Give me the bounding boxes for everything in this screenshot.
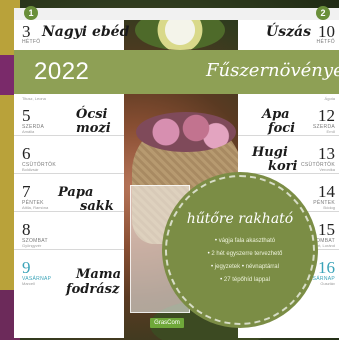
day-number: 6 bbox=[22, 144, 31, 163]
day-number: 8 bbox=[22, 220, 31, 239]
handwritten-note: Nagyi ebéd bbox=[42, 24, 130, 40]
day-row-sunday: 9 vasárnap Marcell Mama fodrász bbox=[14, 254, 124, 297]
handwritten-note: fodrász bbox=[66, 282, 120, 297]
day-number: 5 bbox=[22, 106, 31, 125]
handwritten-note: mozi bbox=[76, 121, 111, 136]
handwritten-note: foci bbox=[268, 121, 296, 136]
name-day: Ernő bbox=[326, 129, 335, 134]
day-name: hétfő bbox=[316, 39, 335, 45]
name-day: Bódog bbox=[323, 205, 335, 210]
day-name: hétfő bbox=[22, 39, 41, 45]
day-number: 15 bbox=[318, 220, 335, 239]
header-day-left: 3 hétfő Nagyi ebéd bbox=[20, 22, 130, 46]
badge-title: hűtőre rakható bbox=[186, 211, 294, 227]
feature-list: • vágja fala akasztható • 2 hét egyszerr… bbox=[185, 235, 305, 287]
handwritten-note: Úszás bbox=[266, 24, 311, 40]
handwritten-note: Mama bbox=[76, 267, 121, 282]
day-row: Apa foci 12 szerda Ernő bbox=[238, 102, 339, 136]
day-number: 16 bbox=[318, 258, 335, 277]
name-day: Marcell bbox=[22, 281, 35, 286]
week-marker-left: 1 bbox=[24, 6, 38, 20]
day-row: 6 csütörtök Boldizsár bbox=[14, 140, 124, 174]
handwritten-note: Hugi bbox=[252, 145, 288, 160]
day-number: 7 bbox=[22, 182, 31, 201]
brand-logo: GrasCom bbox=[150, 318, 184, 328]
handwritten-note: Papa bbox=[58, 185, 94, 200]
year-label: 2022 bbox=[34, 58, 90, 85]
feature-badge: hűtőre rakható • vágja fala akasztható •… bbox=[165, 175, 315, 325]
name-day: Gyöngyvér bbox=[22, 243, 42, 248]
day-row: 5 szerda Amália Ócsi mozi bbox=[14, 102, 124, 136]
feature-item: • 27 tépőhíd lappal bbox=[220, 277, 270, 283]
day-number: 13 bbox=[318, 144, 335, 163]
name-day: Veronika bbox=[319, 167, 335, 172]
feature-item: • vágja fala akasztható bbox=[214, 238, 276, 244]
feature-item: • jegyzetek • névnaptárral bbox=[211, 264, 279, 270]
day-row: Hugi kori 13 csütörtök Veronika bbox=[238, 140, 339, 174]
top-strip bbox=[14, 8, 339, 20]
name-day: Attila, Ramóna bbox=[22, 205, 49, 210]
day-row: 7 péntek Attila, Ramóna Papa sakk bbox=[14, 178, 124, 213]
header-day-right: Úszás 10 hétfő bbox=[238, 22, 337, 46]
day-number: 9 bbox=[22, 258, 31, 277]
handwritten-note: kori bbox=[268, 159, 298, 174]
name-day: Gusztáv bbox=[320, 281, 335, 286]
week-marker-right: 2 bbox=[316, 6, 330, 20]
day-row: 8 szombat Gyöngyvér bbox=[14, 216, 124, 250]
name-day-note: Ágota bbox=[324, 96, 335, 101]
handwritten-note: Ócsi bbox=[76, 107, 108, 122]
handwritten-note: Apa bbox=[262, 107, 290, 122]
name-day: Amália bbox=[22, 129, 35, 134]
name-day: Boldizsár bbox=[22, 167, 39, 172]
calendar-title: Fűszernövények bbox=[206, 60, 339, 81]
day-number: 12 bbox=[318, 106, 335, 125]
name-day-note: Titusz, Leona bbox=[22, 96, 46, 101]
title-banner: 2022 Fűszernövények bbox=[14, 50, 339, 94]
day-number: 14 bbox=[318, 182, 335, 201]
feature-item: • 2 hét egyszerre tervezhető bbox=[207, 251, 283, 257]
